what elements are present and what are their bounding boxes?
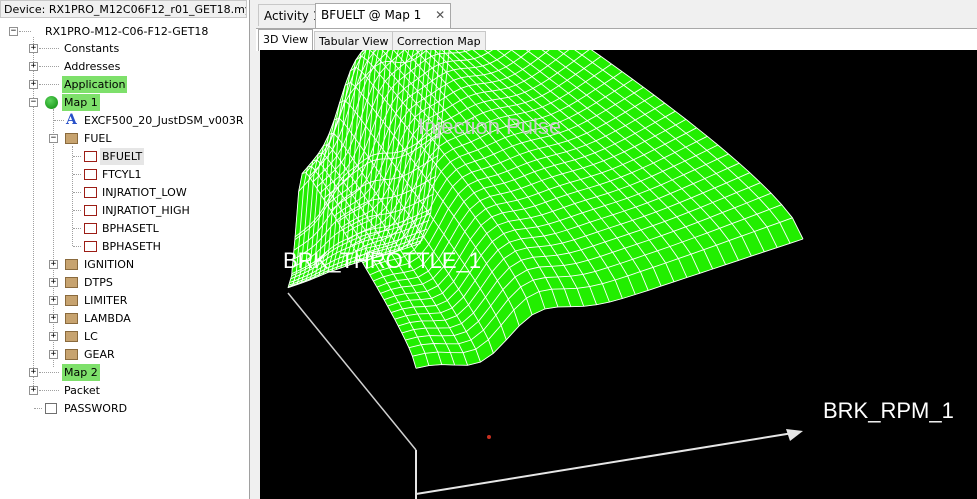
tree-item-group[interactable]: + IGNITION <box>0 256 248 273</box>
tree-item-label: INJRATIOT_LOW <box>102 186 187 199</box>
expand-toggle[interactable]: + <box>49 296 58 305</box>
tree-item-label: LC <box>84 330 98 343</box>
tree-item-label: IGNITION <box>84 258 135 271</box>
tree-item-group[interactable]: + LIMITER <box>0 292 248 309</box>
folder-box-icon <box>65 313 78 324</box>
expand-toggle[interactable]: + <box>29 80 38 89</box>
tree-item-label: BPHASETL <box>102 222 159 235</box>
tree-item-constants[interactable]: + Constants <box>0 40 248 57</box>
tree-item-label: Constants <box>64 42 120 55</box>
folder-box-icon <box>65 259 78 270</box>
expand-toggle[interactable]: + <box>49 260 58 269</box>
project-tree-panel: Device: RX1PRO_M12C06F12_r01_GET18.mya −… <box>0 0 250 499</box>
view-tabs: 3D View Tabular View Correction Map <box>256 28 977 51</box>
y-axis-label: BRK_THROTTLE_1 <box>283 248 482 273</box>
folder-box-icon <box>65 349 78 360</box>
tab-label: Correction Map <box>397 35 481 48</box>
tree-item-fuel[interactable]: − FUEL <box>0 130 248 147</box>
password-icon <box>45 403 57 414</box>
tree-item-label: Packet <box>64 384 100 397</box>
table-icon <box>84 223 97 234</box>
tree-item-label: Addresses <box>64 60 121 73</box>
expand-toggle[interactable]: + <box>49 332 58 341</box>
table-icon <box>84 241 97 252</box>
tree-item-label: BPHASETH <box>102 240 161 253</box>
tree-item-fuel-table[interactable]: FTCYL1 <box>0 166 248 183</box>
tree-item-label: FTCYL1 <box>102 168 142 181</box>
tree-item-fuel-table[interactable]: BPHASETH <box>0 238 248 255</box>
tree-item-group[interactable]: + DTPS <box>0 274 248 291</box>
tab-bfuelt[interactable]: BFUELT @ Map 1 ✕ <box>315 3 452 28</box>
tab-3d-view[interactable]: 3D View <box>258 29 314 51</box>
expand-toggle[interactable]: + <box>49 350 58 359</box>
collapse-toggle[interactable]: − <box>9 27 18 36</box>
tree-item-label: PASSWORD <box>64 402 128 415</box>
collapse-toggle[interactable]: − <box>29 98 38 107</box>
x-axis-line <box>415 432 794 495</box>
tree-item-map2[interactable]: + Map 2 <box>0 364 248 381</box>
tree-item-addresses[interactable]: + Addresses <box>0 58 248 75</box>
tree-item-group[interactable]: + LC <box>0 328 248 345</box>
tree-item-label: Application <box>62 76 128 93</box>
folder-box-icon <box>65 331 78 342</box>
tree-item-label: Map 2 <box>62 364 100 381</box>
tree-item-map1-file[interactable]: A EXCF500_20_JustDSM_v003R <box>0 112 248 129</box>
x-axis-label: BRK_RPM_1 <box>823 398 954 423</box>
expand-toggle[interactable]: + <box>29 386 38 395</box>
tree-item-label: Map 1 <box>62 94 100 111</box>
tree-item-label: LAMBDA <box>84 312 131 325</box>
surface-svg[interactable] <box>260 50 977 499</box>
tree-root-label: RX1PRO-M12-C06-F12-GET18 <box>45 25 209 38</box>
folder-box-icon <box>65 277 78 288</box>
3d-surface-plot[interactable]: Injection Pulse BRK_THROTTLE_1 BRK_RPM_1 <box>260 50 977 499</box>
tree-item-fuel-table[interactable]: INJRATIOT_HIGH <box>0 202 248 219</box>
tab-tabular-view[interactable]: Tabular View <box>314 31 394 51</box>
collapse-toggle[interactable]: − <box>49 134 58 143</box>
tree-item-group[interactable]: + GEAR <box>0 346 248 363</box>
cursor-marker <box>487 435 491 439</box>
tree-item-application[interactable]: + Application <box>0 76 248 93</box>
tree-item-label: BFUELT <box>100 148 145 165</box>
folder-box-icon <box>65 133 78 144</box>
tree-item-fuel-table[interactable]: INJRATIOT_LOW <box>0 184 248 201</box>
table-icon <box>84 205 97 216</box>
close-icon[interactable]: ✕ <box>435 4 445 26</box>
tree-item-map1[interactable]: − Map 1 <box>0 94 248 111</box>
expand-toggle[interactable]: + <box>29 368 38 377</box>
map-globe-icon <box>45 96 58 109</box>
tree-item-fuel-table[interactable]: BPHASETL <box>0 220 248 237</box>
plot-title: Injection Pulse <box>418 114 562 139</box>
document-tabs: Activity 1 BFUELT @ Map 1 ✕ <box>256 0 977 28</box>
table-icon <box>84 151 97 162</box>
x-axis-arrowhead <box>786 429 803 441</box>
tree-item-label: INJRATIOT_HIGH <box>102 204 190 217</box>
expand-toggle[interactable]: + <box>49 314 58 323</box>
tree-item-label: EXCF500_20_JustDSM_v003R <box>84 114 244 127</box>
tab-label: 3D View <box>263 33 309 46</box>
folder-box-icon <box>65 295 78 306</box>
tab-correction-map[interactable]: Correction Map <box>392 31 486 51</box>
tree-item-packet[interactable]: + Packet <box>0 382 248 399</box>
tree-item-label: LIMITER <box>84 294 128 307</box>
tree-item-label: GEAR <box>84 348 115 361</box>
tree-root[interactable]: − RX1PRO-M12-C06-F12-GET18 <box>0 23 248 40</box>
table-icon <box>84 169 97 180</box>
expand-toggle[interactable]: + <box>29 44 38 53</box>
tab-label: BFUELT @ Map 1 <box>321 8 422 22</box>
tree-item-label: FUEL <box>84 132 112 145</box>
tree-item-password[interactable]: PASSWORD <box>0 400 248 417</box>
tab-label: Tabular View <box>319 35 389 48</box>
tree-item-fuel-table[interactable]: BFUELT <box>0 148 248 165</box>
font-a-icon: A <box>66 112 77 128</box>
project-tree: − RX1PRO-M12-C06-F12-GET18 + Constants +… <box>0 20 248 499</box>
editor-panel: Activity 1 BFUELT @ Map 1 ✕ 3D View Tabu… <box>256 0 977 499</box>
device-label: Device: RX1PRO_M12C06F12_r01_GET18.mya <box>0 0 247 18</box>
table-icon <box>84 187 97 198</box>
expand-toggle[interactable]: + <box>49 278 58 287</box>
tab-label: Activity 1 <box>264 9 321 23</box>
tree-item-group[interactable]: + LAMBDA <box>0 310 248 327</box>
tree-item-label: DTPS <box>84 276 113 289</box>
expand-toggle[interactable]: + <box>29 62 38 71</box>
